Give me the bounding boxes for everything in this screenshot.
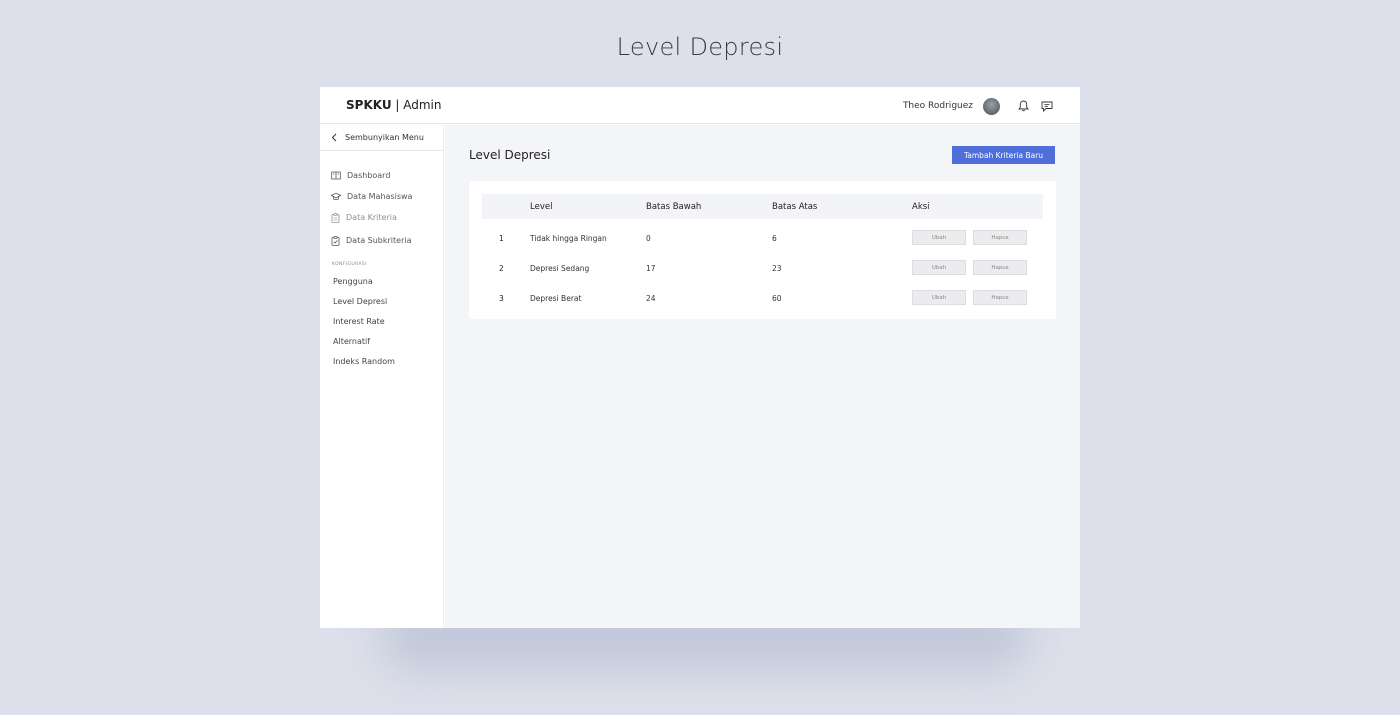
sidebar-item-dashboard[interactable]: Dashboard [320,165,443,186]
level-name: Depresi Berat [530,294,582,303]
level-name: Depresi Sedang [530,264,590,273]
row-number: 1 [499,234,504,243]
upper-bound: 60 [772,294,782,303]
upper-bound: 23 [772,264,782,273]
user-area: Theo Rodriguez [903,96,1054,116]
bell-icon[interactable] [1016,99,1030,113]
table-card: Level Batas Bawah Batas Atas Aksi 1 Tida… [469,181,1056,319]
delete-button[interactable]: Hapus [973,230,1027,245]
sidebar-item-label: Data Mahasiswa [347,192,413,201]
clipboard-check-icon [331,235,340,246]
config-section-label: KONFIGURASI [332,262,367,267]
chevron-left-icon [331,133,337,142]
sidebar-item-label: Data Subkriteria [346,236,412,245]
row-number: 3 [499,294,504,303]
column-header-batas-atas: Batas Atas [772,202,818,212]
hide-menu-label: Sembunyikan Menu [345,133,424,142]
column-header-aksi: Aksi [912,202,930,212]
top-bar: SPKKU | Admin Theo Rodriguez [320,87,1080,124]
table-row: 3 Depresi Berat 24 60 Ubah Hapus [482,288,1043,310]
lower-bound: 0 [646,234,651,243]
sidebar-menu: Dashboard Data Mahasiswa Data Kriteria D… [320,151,443,251]
table-row: 1 Tidak hingga Ringan 0 6 Ubah Hapus [482,228,1043,250]
sidebar-item-level-depresi[interactable]: Level Depresi [320,291,443,311]
sidebar-item-label: Data Kriteria [346,213,397,222]
brand[interactable]: SPKKU | Admin [346,98,442,112]
level-name: Tidak hingga Ringan [530,234,607,243]
sidebar-item-pengguna[interactable]: Pengguna [320,271,443,291]
edit-button[interactable]: Ubah [912,230,966,245]
sidebar-item-label: Dashboard [347,171,391,180]
sidebar-item-indeks-random[interactable]: Indeks Random [320,351,443,371]
add-criteria-button[interactable]: Tambah Kriteria Baru [952,146,1055,164]
delete-button[interactable]: Hapus [973,290,1027,305]
graduation-cap-icon [331,192,341,201]
section-title: Level Depresi [469,148,551,162]
sidebar-item-data-subkriteria[interactable]: Data Subkriteria [320,230,443,251]
table-header: Level Batas Bawah Batas Atas Aksi [482,194,1043,219]
lower-bound: 17 [646,264,656,273]
user-name[interactable]: Theo Rodriguez [903,101,973,111]
page-heading: Level Depresi [616,33,784,61]
app-window: SPKKU | Admin Theo Rodriguez Sembunyikan… [320,87,1080,628]
delete-button[interactable]: Hapus [973,260,1027,275]
sidebar-item-alternatif[interactable]: Alternatif [320,331,443,351]
column-header-level: Level [530,202,553,212]
edit-button[interactable]: Ubah [912,290,966,305]
sidebar: Sembunyikan Menu Dashboard Data Mahasisw… [320,125,444,628]
main-content: Level Depresi Tambah Kriteria Baru Level… [445,125,1080,628]
avatar[interactable] [983,97,1000,115]
chat-icon[interactable] [1040,99,1054,113]
edit-button[interactable]: Ubah [912,260,966,275]
book-icon [331,171,341,180]
brand-name: SPKKU [346,98,392,112]
upper-bound: 6 [772,234,777,243]
row-number: 2 [499,264,504,273]
sidebar-item-data-kriteria[interactable]: Data Kriteria [320,207,443,228]
column-header-batas-bawah: Batas Bawah [646,202,702,212]
lower-bound: 24 [646,294,656,303]
brand-suffix: | Admin [391,98,442,112]
table-row: 2 Depresi Sedang 17 23 Ubah Hapus [482,258,1043,280]
hide-menu-button[interactable]: Sembunyikan Menu [320,125,443,151]
clipboard-icon [331,212,340,223]
sidebar-item-data-mahasiswa[interactable]: Data Mahasiswa [320,186,443,207]
sidebar-item-interest-rate[interactable]: Interest Rate [320,311,443,331]
